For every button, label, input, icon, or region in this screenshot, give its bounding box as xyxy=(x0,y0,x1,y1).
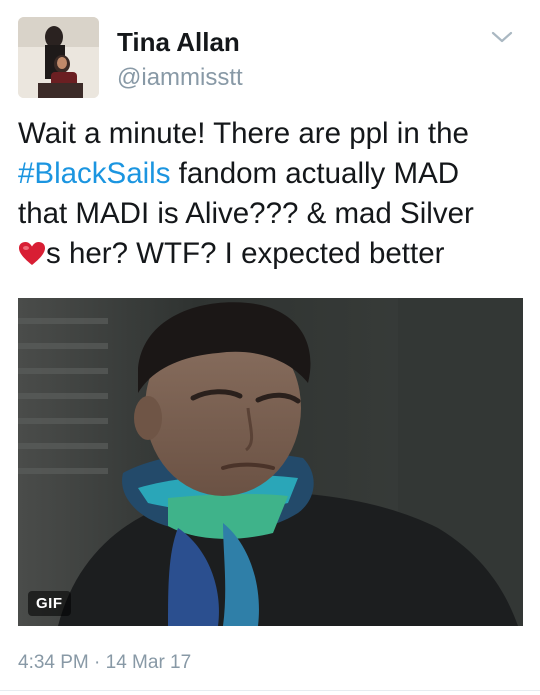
tweet-line-text: s her? WTF? I expected better xyxy=(46,237,445,270)
tweet-text: Wait a minute! There are ppl in the #Bla… xyxy=(18,114,528,274)
gif-media[interactable]: GIF xyxy=(18,298,523,626)
display-name[interactable]: Tina Allan xyxy=(117,27,240,58)
chevron-down-icon[interactable] xyxy=(490,29,514,45)
tweet-line: #BlackSails fandom actually MAD xyxy=(18,154,528,194)
tweet-line-text: fandom actually MAD xyxy=(170,157,460,190)
heart-emoji-icon xyxy=(18,238,46,265)
hashtag-link[interactable]: #BlackSails xyxy=(18,157,170,190)
gif-badge: GIF xyxy=(28,591,71,616)
gif-frame-image xyxy=(18,298,523,626)
avatar[interactable] xyxy=(18,17,99,98)
tweet-line: Wait a minute! There are ppl in the xyxy=(18,117,469,150)
divider xyxy=(0,690,540,691)
tweet-timestamp[interactable]: 4:34 PM · 14 Mar 17 xyxy=(18,652,191,674)
avatar-image xyxy=(18,17,99,98)
tweet-line: s her? WTF? I expected better xyxy=(18,234,528,274)
tweet-line: that MADI is Alive??? & mad Silver xyxy=(18,197,474,230)
user-handle[interactable]: @iammisstt xyxy=(117,64,243,92)
